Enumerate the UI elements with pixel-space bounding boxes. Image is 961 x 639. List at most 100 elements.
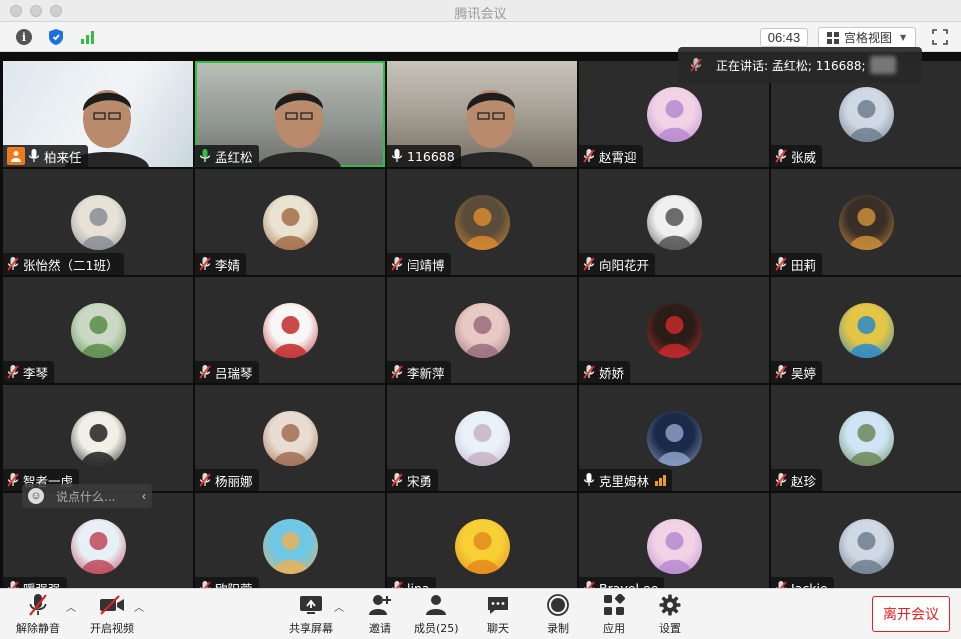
record-button[interactable]: 录制 — [545, 593, 571, 637]
participant-name: 吕瑞琴 — [215, 365, 253, 381]
muted-mic-icon — [775, 580, 787, 588]
participant-tile[interactable]: 李婧 — [195, 169, 385, 275]
avatar — [263, 303, 318, 358]
participant-name: 张威 — [791, 149, 817, 165]
participant-tile[interactable]: Bravel.ee — [579, 493, 769, 588]
unmute-button[interactable]: 解除静音 — [16, 593, 60, 637]
invite-label: 邀请 — [369, 622, 391, 635]
start-video-button[interactable]: 开启视频 — [90, 593, 134, 637]
participant-tile[interactable]: 赵珍 — [771, 385, 961, 491]
apps-label: 应用 — [603, 622, 625, 635]
participant-name: Bravel.ee — [599, 580, 659, 589]
avatar — [455, 519, 510, 574]
signal-bars-icon — [655, 474, 667, 486]
participant-namebar: 张怡然（二1班） — [3, 253, 125, 275]
muted-mic-icon — [7, 472, 19, 488]
settings-button[interactable]: 设置 — [657, 593, 683, 637]
settings-label: 设置 — [659, 622, 681, 635]
participant-tile[interactable]: 116688 — [387, 61, 577, 167]
quick-chat-input[interactable]: ☺ 说点什么... ‹ — [22, 484, 152, 508]
participant-tile[interactable]: 闫靖博 — [387, 169, 577, 275]
avatar — [647, 87, 702, 142]
muted-mic-icon — [7, 364, 19, 380]
participant-tile[interactable]: 柏来任 — [3, 61, 193, 167]
participant-name: 李婧 — [215, 257, 241, 273]
fullscreen-button[interactable] — [932, 29, 948, 45]
participant-tile[interactable]: 向阳花开 — [579, 169, 769, 275]
members-icon — [426, 595, 447, 615]
participant-tile[interactable]: 欧阳蓉 — [195, 493, 385, 588]
avatar — [455, 195, 510, 250]
participant-namebar: 欧阳蓉 — [195, 577, 259, 588]
mic-icon — [391, 148, 403, 164]
participant-namebar: 张威 — [771, 145, 823, 167]
avatar — [71, 303, 126, 358]
participant-name: 李新萍 — [407, 365, 445, 381]
invite-button[interactable]: 邀请 — [367, 593, 393, 637]
participant-namebar: 杨丽娜 — [195, 469, 259, 491]
video-options-chevron-icon[interactable]: ︿ — [134, 599, 144, 614]
participant-namebar: 李婧 — [195, 253, 247, 275]
participant-namebar: lina — [387, 577, 436, 588]
emoji-icon[interactable]: ☺ — [28, 488, 44, 504]
info-icon: i — [16, 29, 32, 45]
view-mode-dropdown[interactable]: 宫格视图 ▼ — [818, 27, 916, 48]
members-button[interactable]: 成员(25) — [414, 593, 459, 637]
meeting-timer: 06:43 — [760, 28, 808, 47]
participant-tile[interactable]: 宋勇 — [387, 385, 577, 491]
participant-namebar: 李琴 — [3, 361, 55, 383]
muted-mic-icon — [199, 580, 211, 588]
participant-name: Jackie — [791, 580, 828, 589]
participant-namebar: 吴婷 — [771, 361, 823, 383]
participant-tile[interactable]: 克里姆林 — [579, 385, 769, 491]
participant-tile[interactable]: 吕瑞琴 — [195, 277, 385, 383]
blurred-name — [869, 56, 896, 74]
participant-namebar: 暖强强 — [3, 577, 67, 588]
mic-icon — [583, 472, 595, 488]
window-title: 腾讯会议 — [454, 7, 507, 22]
signal-bars-icon — [81, 31, 94, 44]
avatar — [647, 195, 702, 250]
participant-tile[interactable]: 杨丽娜 — [195, 385, 385, 491]
participant-name: lina — [407, 580, 430, 589]
share-options-chevron-icon[interactable]: ︿ — [334, 599, 344, 614]
participant-name: 暖强强 — [23, 579, 61, 589]
participant-tile[interactable]: Jackie — [771, 493, 961, 588]
participant-tile[interactable]: 孟红松 — [195, 61, 385, 167]
participant-tile[interactable]: 李琴 — [3, 277, 193, 383]
participant-name: 向阳花开 — [599, 257, 650, 273]
speaking-text: 正在讲话: 孟红松; 116688; — [716, 58, 866, 73]
apps-button[interactable]: 应用 — [601, 593, 627, 637]
audio-options-chevron-icon[interactable]: ︿ — [66, 599, 76, 614]
participant-name: 宋勇 — [407, 473, 433, 489]
share-screen-button[interactable]: 共享屏幕 — [289, 593, 333, 637]
network-status-button[interactable] — [78, 27, 98, 47]
video-off-icon — [100, 595, 124, 615]
participant-tile[interactable]: 娇娇 — [579, 277, 769, 383]
meeting-info-button[interactable]: i — [14, 27, 34, 47]
participant-name: 柏来任 — [44, 149, 82, 165]
leave-meeting-button[interactable]: 离开会议 — [872, 596, 950, 632]
security-button[interactable] — [46, 27, 66, 47]
participant-tile[interactable]: 田莉 — [771, 169, 961, 275]
participant-tile[interactable]: 张怡然（二1班） — [3, 169, 193, 275]
participant-namebar: 孟红松 — [195, 145, 259, 167]
muted-mic-icon — [199, 472, 211, 488]
muted-mic-icon — [391, 364, 403, 380]
participant-namebar: 赵珍 — [771, 469, 823, 491]
avatar — [71, 519, 126, 574]
muted-mic-icon — [199, 364, 211, 380]
participant-tile[interactable]: 智者一虑 — [3, 385, 193, 491]
avatar — [71, 411, 126, 466]
muted-mic-icon — [583, 148, 595, 164]
collapse-chat-icon[interactable]: ‹ — [142, 489, 146, 503]
muted-mic-icon — [690, 58, 702, 72]
shield-icon — [49, 29, 63, 45]
chat-button[interactable]: 聊天 — [485, 593, 511, 637]
participant-tile[interactable]: 吴婷 — [771, 277, 961, 383]
active-mic-icon — [199, 148, 211, 164]
chat-bubble-icon — [488, 597, 508, 614]
participant-tile[interactable]: lina — [387, 493, 577, 588]
participant-tile[interactable]: 李新萍 — [387, 277, 577, 383]
fullscreen-icon — [932, 29, 948, 45]
